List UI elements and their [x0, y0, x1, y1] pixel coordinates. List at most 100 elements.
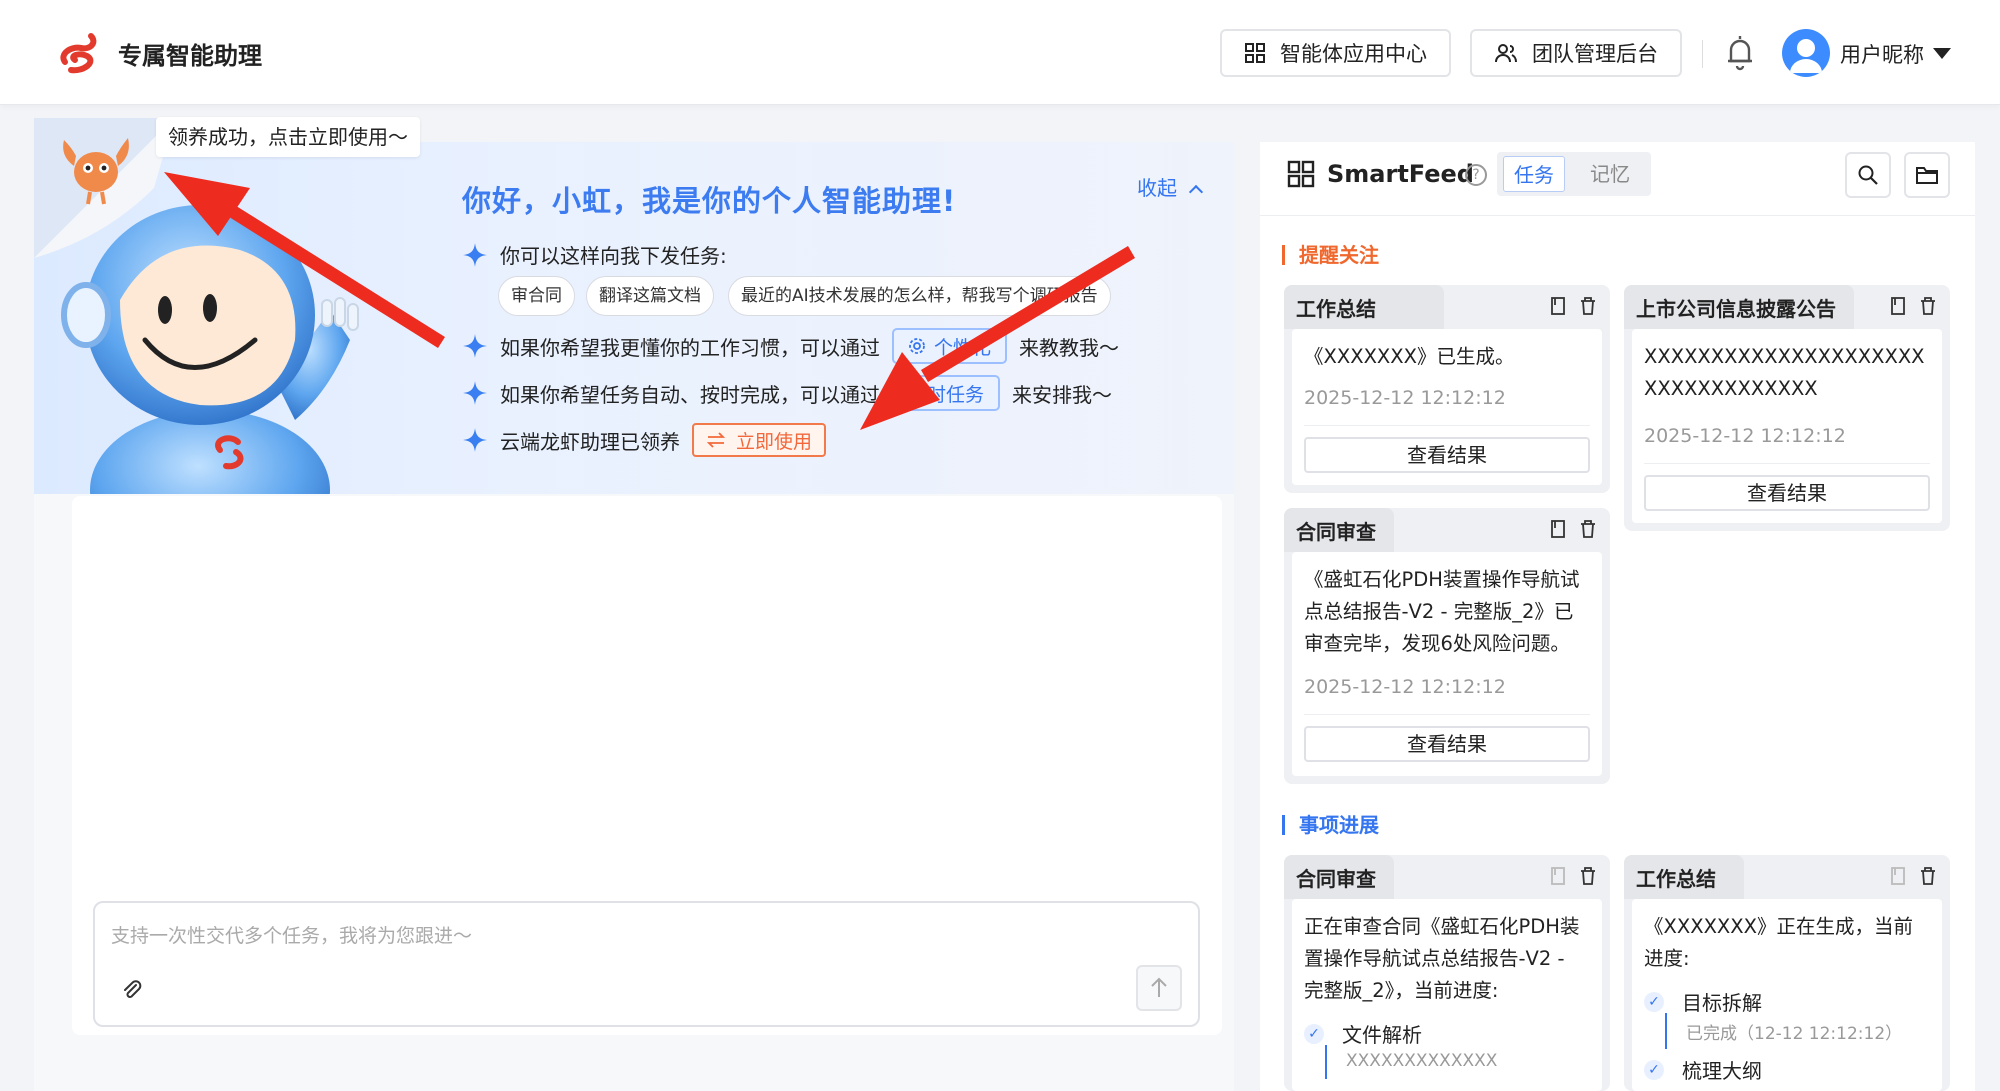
- gear-icon: [909, 338, 925, 354]
- personalize-button[interactable]: 个性化: [892, 328, 1008, 364]
- top-header: 专属智能助理 智能体应用中心 团队管理后台 用户昵称: [0, 0, 2000, 105]
- search-icon: [1858, 165, 1878, 185]
- copy-icon[interactable]: [1890, 297, 1906, 315]
- progress-card: 工作总结 《XXXXXXX》正在生成，当前进度: ✓ 目标拆解 已完成（12-12…: [1624, 855, 1950, 1091]
- avatar[interactable]: [1782, 29, 1830, 77]
- task-input[interactable]: 支持一次性交代多个任务，我将为您跟进～: [93, 901, 1200, 1027]
- copy-icon[interactable]: [1550, 520, 1566, 538]
- step-detail: 已完成（12-12 12:12:12）: [1686, 1024, 1903, 1044]
- check-icon: ✓: [1644, 1059, 1664, 1080]
- trash-icon[interactable]: [1920, 867, 1936, 885]
- card-text: 《盛虹石化PDH装置操作导航试点总结报告-V2 - 完整版_2》已审查完毕，发现…: [1304, 568, 1580, 655]
- hint-line-2: 如果你希望我更懂你的工作习惯，可以通过 个性化 来教教我～: [462, 328, 1119, 364]
- collapse-button[interactable]: 收起: [1137, 172, 1204, 201]
- search-button[interactable]: [1845, 152, 1891, 198]
- use-now-button[interactable]: 立即使用: [692, 423, 827, 457]
- robot-mascot-icon: [61, 204, 359, 494]
- trash-icon[interactable]: [1920, 297, 1936, 315]
- check-icon: ✓: [1304, 1023, 1324, 1044]
- card-divider: [1304, 714, 1590, 715]
- card-actions: [1550, 520, 1596, 538]
- card-title: 合同审查: [1296, 520, 1376, 544]
- card-title: 工作总结: [1636, 867, 1716, 891]
- hint-line-3: 如果你希望任务自动、按时完成，可以通过 定时任务 来安排我～: [462, 375, 1112, 411]
- bell-icon[interactable]: [1725, 33, 1755, 73]
- smartfeed-title: SmartFeed: [1327, 160, 1474, 188]
- check-icon: ✓: [1644, 991, 1664, 1012]
- trash-icon[interactable]: [1580, 520, 1596, 538]
- card-text: 正在审查合同《盛虹石化PDH装置操作导航试点总结报告-V2 - 完整版_2》，当…: [1304, 915, 1580, 1002]
- team-admin-button[interactable]: 团队管理后台: [1470, 29, 1682, 77]
- hint-line-1-text: 你可以这样向我下发任务:: [500, 244, 727, 268]
- suggestion-chip[interactable]: 翻译这篇文档: [586, 276, 714, 316]
- step-detail: XXXXXXXXXXXXX: [1346, 1051, 1498, 1071]
- chevron-down-icon[interactable]: [1933, 48, 1951, 59]
- card-text: 《XXXXXXX》已生成。: [1304, 345, 1515, 368]
- hint-line-4-text: 云端龙虾助理已领养: [500, 429, 680, 454]
- card-body: XXXXXXXXXXXXXXXXXXXXXXXXXXXXXXXXXX 2025-…: [1632, 329, 1942, 523]
- feed-card: 上市公司信息披露公告 XXXXXXXXXXXXXXXXXXXXXXXXXXXXX…: [1624, 285, 1950, 531]
- send-button[interactable]: [1136, 965, 1182, 1011]
- step-label: 文件解析: [1342, 1023, 1422, 1047]
- step-label: 目标拆解: [1682, 991, 1762, 1015]
- card-title: 上市公司信息披露公告: [1636, 297, 1836, 321]
- feed-card: 工作总结 《XXXXXXX》已生成。 2025-12-12 12:12:12 查…: [1284, 285, 1610, 493]
- card-body: 正在审查合同《盛虹石化PDH装置操作导航试点总结报告-V2 - 完整版_2》，当…: [1292, 899, 1602, 1091]
- view-result-button[interactable]: 查看结果: [1644, 475, 1930, 511]
- smartfeed-header: SmartFeed: [1287, 160, 1474, 188]
- paperclip-icon[interactable]: [121, 979, 143, 1001]
- tab-memory[interactable]: 记忆: [1580, 156, 1640, 192]
- feed-tabs: 任务 记忆: [1497, 152, 1651, 196]
- help-icon[interactable]: ?: [1465, 164, 1487, 186]
- card-body: 《XXXXXXX》已生成。 2025-12-12 12:12:12 查看结果: [1292, 329, 1602, 485]
- card-body: 《XXXXXXX》正在生成，当前进度: ✓ 目标拆解 已完成（12-12 12:1…: [1632, 899, 1942, 1091]
- tab-task[interactable]: 任务: [1503, 156, 1565, 192]
- folder-icon: [1916, 167, 1938, 184]
- sparkle-icon: [463, 334, 487, 358]
- trash-icon[interactable]: [1580, 867, 1596, 885]
- copy-icon: [1551, 867, 1565, 885]
- team-admin-label: 团队管理后台: [1532, 42, 1658, 66]
- scheduled-task-label: 定时任务: [908, 383, 985, 406]
- adopt-toast: 领养成功，点击立即使用～: [156, 117, 420, 157]
- card-divider: [1644, 463, 1930, 464]
- card-text: XXXXXXXXXXXXXXXXXXXXXXXXXXXXXXXXXX: [1644, 345, 1925, 400]
- grid-icon: [1287, 160, 1315, 188]
- trash-icon[interactable]: [1580, 297, 1596, 315]
- agent-center-button[interactable]: 智能体应用中心: [1220, 29, 1451, 77]
- greeting-title: 你好，小虹，我是你的个人智能助理!: [462, 184, 957, 218]
- user-avatar-icon: [1790, 39, 1822, 73]
- card-actions: [1550, 297, 1596, 315]
- step-connector: [1665, 1013, 1667, 1049]
- switch-icon: [706, 432, 726, 448]
- collapse-label: 收起: [1137, 176, 1177, 200]
- card-actions: [1550, 867, 1596, 885]
- hint-line-1: 你可以这样向我下发任务:: [462, 240, 727, 269]
- card-title: 合同审查: [1296, 867, 1376, 891]
- task-input-placeholder: 支持一次性交代多个任务，我将为您跟进～: [111, 925, 473, 947]
- view-result-button[interactable]: 查看结果: [1304, 726, 1590, 762]
- suggestion-chip[interactable]: 最近的AI技术发展的怎么样，帮我写个调研报告: [728, 276, 1111, 316]
- personalize-label: 个性化: [934, 336, 992, 359]
- folder-button[interactable]: [1904, 152, 1950, 198]
- progress-step: ✓ 目标拆解: [1644, 987, 1762, 1016]
- chevron-up-icon: [1188, 184, 1204, 200]
- sparkle-icon: [463, 242, 487, 267]
- scheduled-task-button[interactable]: 定时任务: [892, 375, 1001, 411]
- section-progress: 事项进展: [1282, 815, 1379, 835]
- arrow-up-icon: [1151, 977, 1167, 997]
- hint-line-4: 云端龙虾助理已领养 立即使用: [462, 423, 827, 457]
- card-title: 工作总结: [1296, 297, 1376, 321]
- team-icon: [1495, 44, 1517, 63]
- card-text: 《XXXXXXX》正在生成，当前进度:: [1644, 915, 1914, 970]
- header-divider: [1702, 40, 1703, 68]
- card-time: 2025-12-12 12:12:12: [1304, 387, 1506, 409]
- agent-center-label: 智能体应用中心: [1280, 42, 1427, 66]
- user-name[interactable]: 用户昵称: [1840, 39, 1924, 69]
- hint-line-2-suffix: 来教教我～: [1019, 335, 1120, 360]
- copy-icon[interactable]: [1550, 297, 1566, 315]
- progress-card: 合同审查 正在审查合同《盛虹石化PDH装置操作导航试点总结报告-V2 - 完整版…: [1284, 855, 1610, 1091]
- view-result-button[interactable]: 查看结果: [1304, 437, 1590, 473]
- brand-title: 专属智能助理: [118, 42, 262, 70]
- suggestion-chip[interactable]: 审合同: [498, 276, 575, 316]
